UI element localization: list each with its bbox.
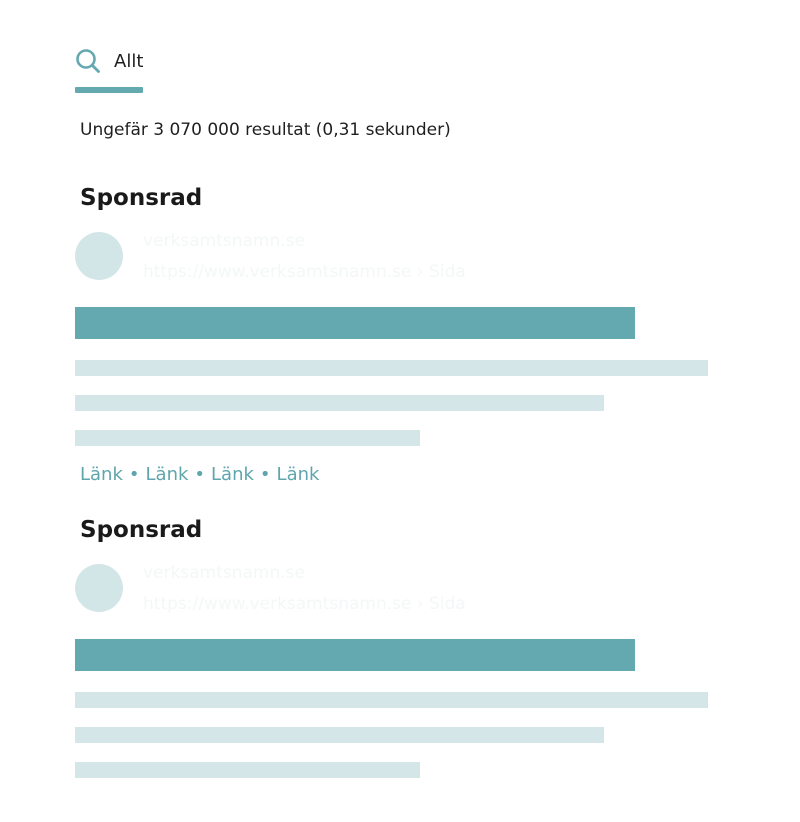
tab-all[interactable]: Allt — [75, 46, 143, 76]
sitelink-separator: • — [194, 464, 206, 485]
sitelink[interactable]: Länk — [146, 464, 189, 485]
sitelink-separator: • — [259, 464, 271, 485]
site-name[interactable]: verksamtsnamn.se — [143, 231, 305, 251]
description-line-placeholder — [75, 692, 708, 708]
sitelinks: Länk • Länk • Länk • Länk — [80, 464, 319, 485]
description-line-placeholder — [75, 727, 604, 743]
sponsored-label: Sponsrad — [80, 517, 203, 543]
description-line-placeholder — [75, 395, 604, 411]
site-url[interactable]: https://www.verksamtsnamn.se › Sida — [143, 594, 466, 614]
result-stats: Ungefär 3 070 000 resultat (0,31 sekunde… — [80, 120, 451, 140]
sitelink[interactable]: Länk — [211, 464, 254, 485]
search-icon — [75, 48, 101, 74]
site-favicon — [75, 564, 123, 612]
description-line-placeholder — [75, 430, 420, 446]
tab-all-label: Allt — [114, 50, 144, 72]
description-line-placeholder — [75, 360, 708, 376]
result-title-placeholder[interactable] — [75, 639, 635, 671]
sitelink-separator: • — [128, 464, 140, 485]
site-url[interactable]: https://www.verksamtsnamn.se › Sida — [143, 262, 466, 282]
description-line-placeholder — [75, 762, 420, 778]
sponsored-label: Sponsrad — [80, 185, 203, 211]
active-tab-indicator — [75, 87, 143, 93]
result-title-placeholder[interactable] — [75, 307, 635, 339]
sponsored-result: Sponsrad verksamtsnamn.se https://www.ve… — [0, 512, 800, 822]
sponsored-result: Sponsrad verksamtsnamn.se https://www.ve… — [0, 180, 800, 490]
site-name[interactable]: verksamtsnamn.se — [143, 563, 305, 583]
sitelink[interactable]: Länk — [277, 464, 320, 485]
sitelink[interactable]: Länk — [80, 464, 123, 485]
site-favicon — [75, 232, 123, 280]
